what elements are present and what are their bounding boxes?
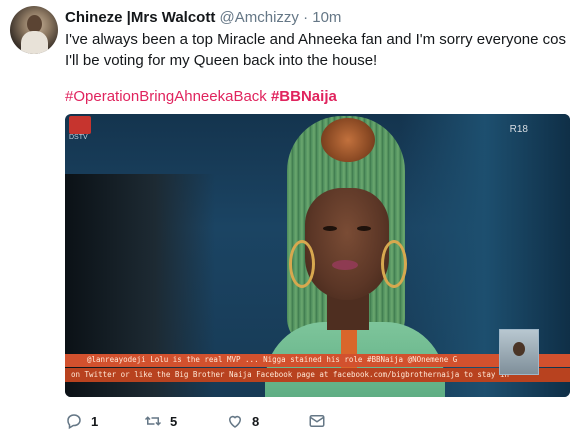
author-handle[interactable]: @Amchizzy bbox=[220, 9, 299, 26]
right-eye bbox=[357, 226, 371, 231]
like-count: 8 bbox=[252, 413, 260, 429]
ticker-text-top: @lanreayodeji Lolu is the real MVP ... N… bbox=[87, 355, 458, 364]
left-eye bbox=[323, 226, 337, 231]
tweet-text: I've always been a top Miracle and Ahnee… bbox=[65, 31, 567, 69]
tweet-header: Chineze |Mrs Walcott @Amchizzy · 10m bbox=[65, 9, 341, 26]
hair-bun bbox=[321, 118, 375, 162]
channel-logo-sub: DSTV bbox=[69, 134, 88, 141]
hashtag-link[interactable]: #OperationBringAhneekaBack bbox=[65, 88, 267, 105]
tweet-hashtags: #OperationBringAhneekaBack #BBNaija bbox=[65, 88, 337, 105]
retweet-count: 5 bbox=[170, 413, 178, 429]
face bbox=[305, 188, 389, 300]
inset-person bbox=[513, 342, 525, 356]
tweet-media-image[interactable]: DSTV R18 @lanreayodeji Lolu is the real … bbox=[65, 114, 570, 397]
channel-logo bbox=[69, 116, 91, 134]
separator-dot: · bbox=[303, 9, 309, 26]
avatar-body bbox=[21, 31, 48, 54]
reply-button[interactable]: 1 bbox=[65, 412, 98, 430]
reply-icon bbox=[67, 414, 81, 430]
hashtag-link[interactable]: #BBNaija bbox=[271, 88, 337, 105]
ticker-text-bottom: on Twitter or like the Big Brother Naija… bbox=[71, 370, 509, 379]
direct-message-button[interactable] bbox=[308, 412, 326, 430]
tweet-timestamp[interactable]: 10m bbox=[312, 9, 341, 26]
news-ticker-bottom: on Twitter or like the Big Brother Naija… bbox=[65, 368, 570, 382]
reply-count: 1 bbox=[91, 413, 99, 429]
camera-inset bbox=[499, 329, 539, 375]
retweet-button[interactable]: 5 bbox=[144, 412, 177, 430]
news-ticker-top: @lanreayodeji Lolu is the real MVP ... N… bbox=[65, 354, 570, 367]
left-earring bbox=[289, 240, 315, 288]
author-name[interactable]: Chineze |Mrs Walcott bbox=[65, 9, 215, 26]
age-rating: R18 bbox=[509, 124, 528, 135]
direct-message-icon bbox=[309, 415, 325, 427]
like-button[interactable]: 8 bbox=[226, 412, 259, 430]
lips bbox=[332, 260, 358, 270]
like-icon bbox=[228, 415, 242, 428]
avatar[interactable] bbox=[10, 6, 58, 54]
retweet-icon bbox=[144, 416, 162, 426]
right-earring bbox=[381, 240, 407, 288]
